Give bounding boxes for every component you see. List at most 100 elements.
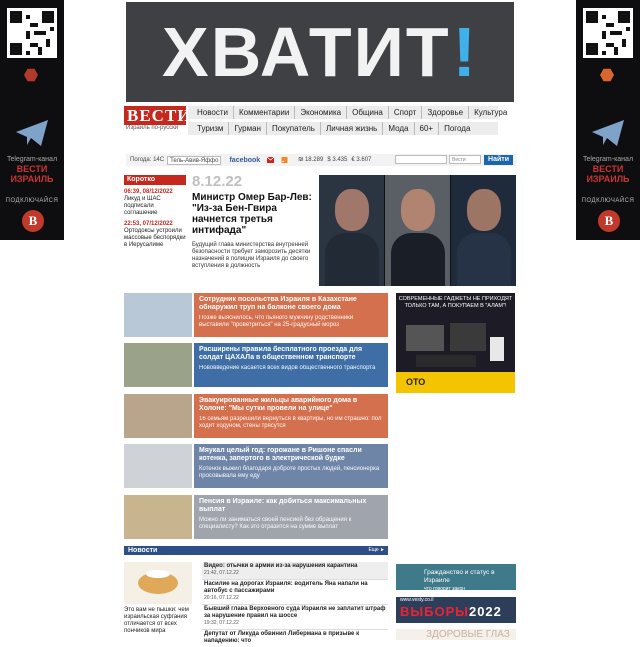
lead-story[interactable]: 8.12.22 Министр Омер Бар-Лев: "Из-за Бен…	[192, 173, 314, 270]
elections-url: www.vesty.co.il	[400, 597, 434, 603]
story-thumb[interactable]	[124, 394, 192, 438]
mail-icon[interactable]	[267, 157, 275, 163]
story-title[interactable]: Мяукал целый год: горожане в Ришоне спас…	[199, 447, 383, 463]
news-bar-title: Новости	[128, 547, 158, 554]
nav-item[interactable]: Гурман	[229, 122, 267, 135]
short-news-header: Коротко	[124, 175, 186, 185]
short-news: Коротко 06:39, 08/12/2022 Ликуд и ШАС под…	[124, 175, 186, 249]
promo-text: СОВРЕМЕННЫЕ ГАДЖЕТЫ НЕ ПРИХОДЯТ ТОЛЬКО Т…	[398, 296, 513, 309]
qr-code-icon	[7, 8, 57, 58]
news-list-item[interactable]: Бывший глава Верховного суда Израиля не …	[202, 604, 388, 629]
nav-item[interactable]: Погода	[439, 122, 475, 135]
story-summary: Котенок выжил благодаря доброте простых …	[199, 466, 380, 479]
news-time: 21:42, 07.12.22	[204, 570, 239, 576]
nav-item[interactable]: 60+	[415, 122, 440, 135]
search-scope-select[interactable]: Вести	[449, 155, 482, 164]
news-list-item[interactable]: Депутат от Ликуда обвинил Либермана в пр…	[202, 629, 388, 647]
site-logo[interactable]: ВЕСТИ Израиль по-русски	[124, 106, 191, 131]
news-title: Насилие на дорогах Израиля: водитель Яна…	[204, 581, 368, 594]
news-bar: Новости Еще ►	[124, 546, 388, 555]
nav-item[interactable]: Новости	[192, 106, 234, 119]
logo-tagline: Израиль по-русски	[126, 125, 179, 131]
story-summary: 16 семьям разрешили вернуться в квартиры…	[199, 416, 382, 429]
vesti-badge-icon: В	[598, 210, 620, 232]
story-card[interactable]: Эвакуированные жильцы аварийного дома в …	[124, 394, 388, 438]
nav-item[interactable]: Община	[347, 106, 389, 119]
lead-photo[interactable]	[319, 175, 516, 286]
story-title[interactable]: Расширены правила бесплатного проезда дл…	[199, 346, 383, 362]
story-title[interactable]: Эвакуированные жильцы аварийного дома в …	[199, 397, 383, 413]
qr-code-icon	[583, 8, 633, 58]
brand-line-2: ИЗРАИЛЬ	[10, 174, 54, 184]
story-summary: Нововведение касается всех видов обществ…	[199, 365, 376, 371]
banner-text: ХВАТИТ	[162, 13, 451, 91]
hexagon-icon	[600, 68, 614, 82]
channel-line: Telegram-канал	[582, 156, 634, 163]
news-title: Бывший глава Верховного суда Израиля не …	[204, 606, 386, 619]
news-list-item[interactable]: Насилие на дорогах Израиля: водитель Яна…	[202, 579, 388, 604]
nav-item[interactable]: Спорт	[389, 106, 423, 119]
news-feature-caption[interactable]: Это вам не пышки: чем израильская суфган…	[124, 607, 198, 635]
story-card[interactable]: Мяукал целый год: горожане в Ришоне спас…	[124, 444, 388, 488]
citizenship-sub: что говорит закон	[424, 586, 465, 592]
vesti-badge-icon: В	[22, 210, 44, 232]
health-block[interactable]: ЗДОРОВЫЕ ГЛАЗ	[396, 629, 516, 640]
story-title[interactable]: Сотрудник посольства Израиля в Казахстан…	[199, 296, 383, 312]
story-thumb[interactable]	[124, 495, 192, 539]
search-button[interactable]: Найти	[484, 155, 513, 165]
elections-text: ВЫБОРЫ	[400, 604, 469, 619]
story-thumb[interactable]	[124, 444, 192, 488]
left-side-ad[interactable]: Telegram-канал ВЕСТИ ИЗРАИЛЬ ПОДКЛЮЧАЙСЯ В	[0, 0, 64, 240]
hexagon-icon	[24, 68, 38, 82]
channel-line: Telegram-канал	[6, 156, 58, 163]
search-input[interactable]	[395, 155, 448, 164]
right-side-ad[interactable]: Telegram-канал ВЕСТИ ИЗРАИЛЬ ПОДКЛЮЧАЙСЯ В	[576, 0, 640, 240]
story-card[interactable]: Сотрудник посольства Израиля в Казахстан…	[124, 293, 388, 337]
banner-mark: !	[452, 13, 478, 91]
nav-item[interactable]: Комментарии	[234, 106, 296, 119]
rate-shekel: ₪ 18.289	[298, 157, 324, 163]
news-feature-image[interactable]	[124, 562, 192, 604]
main-nav: Новости Комментарии Экономика Община Спорт Зд…	[188, 106, 507, 138]
story-thumb[interactable]	[124, 343, 192, 387]
story-summary: Позже выяснилось, что пьяного мужчину ро…	[199, 315, 354, 328]
facebook-link[interactable]: facebook	[229, 157, 260, 164]
nav-item[interactable]: Культура	[469, 106, 512, 119]
nav-item[interactable]: Туризм	[192, 122, 230, 135]
citizenship-block[interactable]: Гражданство и статус в Израиле что говори…	[396, 564, 516, 592]
news-time: 20:16, 07.12.22	[204, 595, 239, 601]
more-link[interactable]: Еще ►	[368, 546, 385, 555]
brand-line-2: ИЗРАИЛЬ	[586, 174, 630, 184]
lead-title[interactable]: Министр Омер Бар-Лев: "Из-за Бен-Гвира н…	[192, 192, 314, 236]
news-list-item[interactable]: Видео: отычки в армии из-за нарушения ка…	[202, 562, 388, 579]
nav-item[interactable]: Личная жизнь	[321, 122, 384, 135]
telegram-plane-icon	[16, 120, 48, 146]
nav-item[interactable]: Экономика	[295, 106, 348, 119]
story-title[interactable]: Пенсия в Израиле: как добиться максималь…	[199, 498, 383, 514]
short-news-item[interactable]: 06:39, 08/12/2022 Ликуд и ШАС подписали с…	[124, 189, 186, 217]
elections-year: 2022	[468, 604, 502, 619]
city-select[interactable]: Тель-Авив-Яффо	[167, 155, 222, 165]
story-card[interactable]: Расширены правила бесплатного проезда дл…	[124, 343, 388, 387]
story-thumb[interactable]	[124, 293, 192, 337]
rss-icon[interactable]	[281, 157, 288, 163]
elections-block[interactable]: www.vesty.co.il ВЫБОРЫ2022	[396, 597, 516, 623]
short-news-item[interactable]: 22:53, 07/12/2022 Ортодоксы устроили масс…	[124, 221, 186, 249]
top-banner-ad[interactable]: ХВАТИТ!	[126, 2, 514, 102]
nav-item[interactable]: Здоровье	[422, 106, 470, 119]
news-time: 19:32, 07.12.22	[204, 620, 239, 626]
news-title: Видео: отычки в армии из-за нарушения ка…	[204, 563, 358, 569]
nav-item[interactable]: Покупатель	[267, 122, 321, 135]
telegram-plane-icon	[592, 120, 624, 146]
gadgets-ad[interactable]: СОВРЕМЕННЫЕ ГАДЖЕТЫ НЕ ПРИХОДЯТ ТОЛЬКО Т…	[396, 293, 515, 393]
citizenship-title: Гражданство и статус в Израиле	[424, 569, 495, 584]
brand-line: ВЕСТИ	[16, 164, 48, 174]
subscribe-label: ПОДКЛЮЧАЙСЯ	[581, 198, 635, 204]
weather-label: Погода: 14С	[130, 157, 165, 163]
nav-item[interactable]: Мода	[383, 122, 415, 135]
story-summary: Можно ли заниматься своей пенсией без об…	[199, 517, 352, 530]
story-card[interactable]: Пенсия в Израиле: как добиться максималь…	[124, 495, 388, 539]
news-list: Видео: отычки в армии из-за нарушения ка…	[202, 562, 388, 647]
lead-summary: Будущий глава министерства внутренней бе…	[192, 242, 311, 269]
rate-euro: € 3.607	[351, 157, 372, 163]
